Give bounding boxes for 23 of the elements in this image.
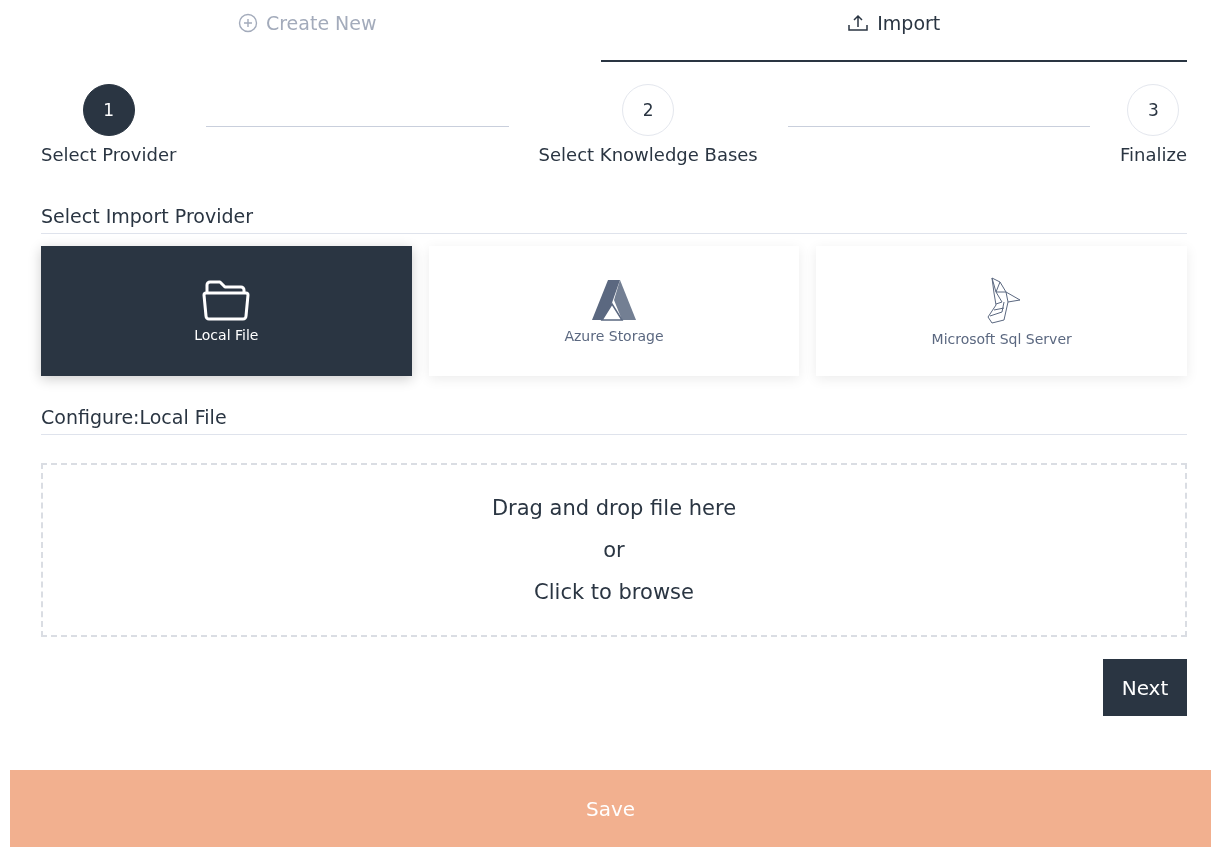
- provider-card[interactable]: Microsoft Sql Server: [816, 246, 1187, 376]
- section-title: Select Import Provider: [41, 205, 1187, 234]
- upload-icon: [847, 13, 870, 33]
- step-number: 3: [1127, 84, 1180, 136]
- drop-zone-text: Drag and drop file here: [491, 496, 737, 520]
- provider-card[interactable]: Local File: [41, 246, 412, 376]
- drop-zone-text: or: [603, 538, 625, 562]
- drop-zone-text: Click to browse: [534, 580, 694, 604]
- provider-label: Azure Storage: [564, 328, 664, 344]
- provider-card[interactable]: Azure Storage: [428, 246, 800, 376]
- step-number: 2: [622, 84, 675, 136]
- step-label: Select Provider: [41, 144, 177, 165]
- step-number: 1: [82, 84, 135, 136]
- section-title: Configure:Local File: [41, 406, 1187, 435]
- step-label: Finalize: [1120, 144, 1187, 165]
- step-label: Select Knowledge Bases: [538, 144, 758, 165]
- next-button[interactable]: Next: [1103, 659, 1187, 716]
- plus-circle-icon: [237, 13, 258, 33]
- folder-icon: [201, 279, 252, 321]
- provider-label: Local File: [194, 327, 259, 343]
- drop-zone[interactable]: Drag and drop file here or Click to browse: [41, 463, 1187, 637]
- tab[interactable]: Import: [600, 0, 1187, 62]
- provider-label: Microsoft Sql Server: [931, 331, 1072, 347]
